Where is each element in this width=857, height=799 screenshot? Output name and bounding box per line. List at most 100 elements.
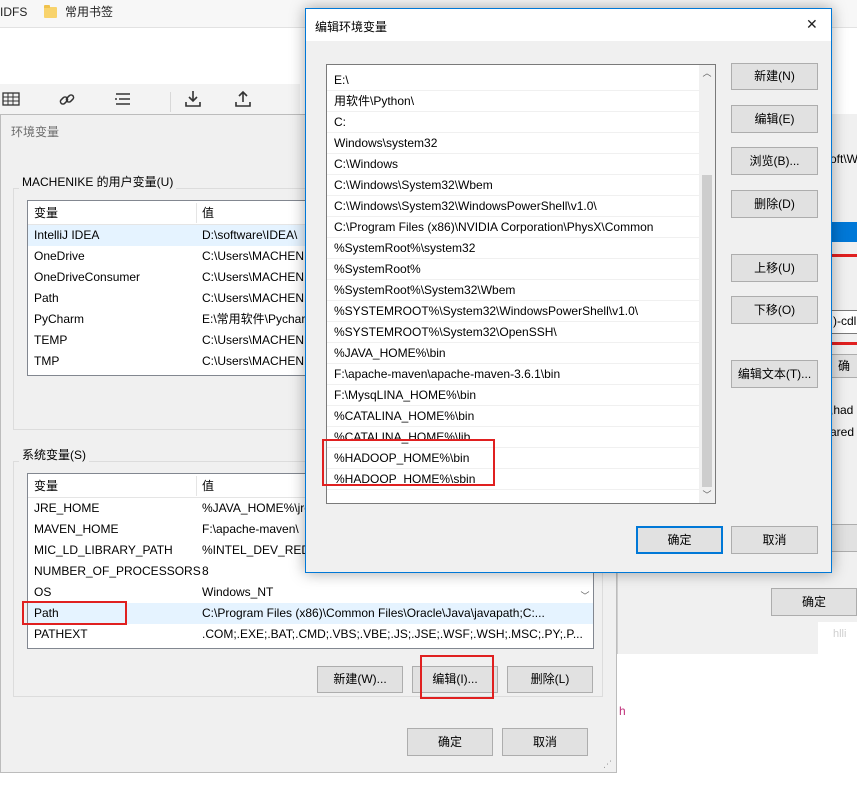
bg-text-ared: ared xyxy=(830,425,855,439)
path-entry[interactable]: %SystemRoot%\System32\Wbem xyxy=(327,280,699,301)
bg-red-mark-2 xyxy=(830,342,857,345)
var-value: Windows_NT xyxy=(202,585,274,599)
bg-confirm-label: 确 xyxy=(837,359,850,373)
bg-input-field[interactable]: )-cdl xyxy=(830,310,857,334)
env-dialog-title: 环境变量 xyxy=(11,125,60,139)
env-ok-label: 确定 xyxy=(437,735,462,749)
path-delete-label: 删除(D) xyxy=(754,197,795,211)
close-icon[interactable]: ✕ xyxy=(806,16,818,33)
col-divider[interactable] xyxy=(196,476,197,496)
path-entry[interactable]: %CATALINA_HOME%\bin xyxy=(327,406,699,427)
link-icon[interactable] xyxy=(56,91,78,113)
sys-var-row[interactable]: PATHEXT .COM;.EXE;.BAT;.CMD;.VBS;.VBE;.J… xyxy=(28,624,593,645)
path-entry[interactable]: F:\apache-maven\apache-maven-3.6.1\bin xyxy=(327,364,699,385)
delete-var-button[interactable]: 删除(L) xyxy=(507,666,593,693)
var-name: PATHEXT xyxy=(34,627,88,641)
path-move-down-button[interactable]: 下移(O) xyxy=(731,296,818,324)
upload-icon[interactable] xyxy=(232,89,254,111)
edit-ok-label: 确定 xyxy=(667,533,692,547)
path-new-label: 新建(N) xyxy=(754,69,795,83)
col-value[interactable]: 值 xyxy=(202,474,214,498)
edit-text-button[interactable]: 编辑文本(T)... xyxy=(731,360,818,388)
var-name: MIC_LD_LIBRARY_PATH xyxy=(34,543,173,557)
path-entry[interactable]: C:\Windows\System32\WindowsPowerShell\v1… xyxy=(327,196,699,217)
path-edit-label: 编辑(E) xyxy=(754,112,795,126)
path-entry[interactable]: %JAVA_HOME%\bin xyxy=(327,343,699,364)
table-icon[interactable] xyxy=(0,91,22,113)
bg-red-mark xyxy=(830,254,857,257)
path-move-up-label: 上移(U) xyxy=(754,261,795,275)
edit-ok-button[interactable]: 确定 xyxy=(636,526,723,554)
path-entry[interactable]: C:\Program Files (x86)\NVIDIA Corporatio… xyxy=(327,217,699,238)
path-move-up-button[interactable]: 上移(U) xyxy=(731,254,818,282)
col-variable[interactable]: 变量 xyxy=(34,474,58,498)
var-name: PyCharm xyxy=(34,312,85,326)
path-entry[interactable]: %SystemRoot%\system32 xyxy=(327,238,699,259)
var-name: Path xyxy=(34,291,59,305)
col-variable[interactable]: 变量 xyxy=(34,201,58,225)
bg-faded-text: hlli xyxy=(833,628,847,640)
env-cancel-button[interactable]: 取消 xyxy=(502,728,588,756)
col-value[interactable]: 值 xyxy=(202,201,214,225)
var-name: OneDrive xyxy=(34,249,85,263)
resize-grip-icon[interactable]: ⋰ xyxy=(603,759,612,770)
bookmark-partial[interactable]: IDFS xyxy=(0,0,27,24)
path-new-button[interactable]: 新建(N) xyxy=(731,63,818,90)
edit-env-var-dialog: 编辑环境变量 ✕ E:\ 用软件\Python\ C: Windows\system3… xyxy=(305,8,832,573)
var-name: MAVEN_HOME xyxy=(34,522,119,536)
bg-confirm-button[interactable]: 确 xyxy=(830,354,857,378)
page-text-fragment: h xyxy=(619,704,626,718)
sys-var-row[interactable]: OS Windows_NT xyxy=(28,582,593,603)
env-ok-button[interactable]: 确定 xyxy=(407,728,493,756)
path-entry[interactable]: E:\ xyxy=(327,70,699,91)
bg-ok-label: 确定 xyxy=(801,595,826,609)
var-name: IntelliJ IDEA xyxy=(34,228,100,242)
path-list-scrollbar[interactable]: ︿ ﹀ xyxy=(699,65,715,503)
bg-text-had: ,had xyxy=(830,403,854,417)
bg-side-button[interactable] xyxy=(830,524,857,552)
bg-ok-button[interactable]: 确定 xyxy=(771,588,857,616)
hadoop-highlight-box xyxy=(322,439,495,486)
edit-highlight-box xyxy=(420,655,494,699)
env-cancel-label: 取消 xyxy=(532,735,557,749)
path-delete-button[interactable]: 删除(D) xyxy=(731,190,818,218)
new-var-label: 新建(W)... xyxy=(333,672,387,686)
path-entries-list[interactable]: E:\ 用软件\Python\ C: Windows\system32 C:\Windo… xyxy=(326,64,716,504)
scroll-down-icon[interactable]: ﹀ xyxy=(699,487,715,503)
scroll-thumb[interactable] xyxy=(702,175,712,487)
path-highlight-box xyxy=(22,601,127,625)
path-entry[interactable]: %SYSTEMROOT%\System32\OpenSSH\ xyxy=(327,322,699,343)
var-value: .COM;.EXE;.BAT;.CMD;.VBS;.VBE;.JS;.JSE;.… xyxy=(202,627,583,641)
bg-white-strip: hlli xyxy=(818,622,857,654)
path-edit-button[interactable]: 编辑(E) xyxy=(731,105,818,133)
path-entry[interactable]: 用软件\Python\ xyxy=(327,91,699,112)
edit-cancel-button[interactable]: 取消 xyxy=(731,526,818,554)
download-icon[interactable] xyxy=(182,89,204,111)
path-move-down-label: 下移(O) xyxy=(753,303,796,317)
edit-dialog-titlebar[interactable]: 编辑环境变量 ✕ xyxy=(306,9,831,41)
path-entry[interactable]: C: xyxy=(327,112,699,133)
var-value: C:\Program Files (x86)\Common Files\Orac… xyxy=(202,606,545,620)
new-var-button[interactable]: 新建(W)... xyxy=(317,666,403,693)
path-browse-button[interactable]: 浏览(B)... xyxy=(731,147,818,175)
bookmark-folder-label[interactable]: 常用书签 xyxy=(65,0,113,24)
path-entry[interactable]: F:\MysqLINA_HOME%\bin xyxy=(327,385,699,406)
path-entry[interactable]: %SystemRoot% xyxy=(327,259,699,280)
path-entry[interactable]: C:\Windows\System32\Wbem xyxy=(327,175,699,196)
scroll-down-icon[interactable]: ﹀ xyxy=(577,588,593,604)
var-name: TMP xyxy=(34,354,60,368)
toolbar-divider xyxy=(170,92,171,112)
var-name: TEMP xyxy=(34,333,68,347)
path-entry[interactable]: Windows\system32 xyxy=(327,133,699,154)
delete-var-label: 删除(L) xyxy=(530,672,570,686)
col-divider[interactable] xyxy=(196,203,197,223)
var-name: OS xyxy=(34,585,52,599)
var-name: NUMBER_OF_PROCESSORS xyxy=(34,564,201,578)
edit-cancel-label: 取消 xyxy=(762,533,787,547)
path-browse-label: 浏览(B)... xyxy=(749,154,800,168)
path-entry[interactable]: C:\Windows xyxy=(327,154,699,175)
list-indent-icon[interactable] xyxy=(112,91,134,113)
scroll-up-icon[interactable]: ︿ xyxy=(699,65,715,81)
path-entry[interactable]: %SYSTEMROOT%\System32\WindowsPowerShell\… xyxy=(327,301,699,322)
edit-dialog-title: 编辑环境变量 xyxy=(315,20,388,34)
